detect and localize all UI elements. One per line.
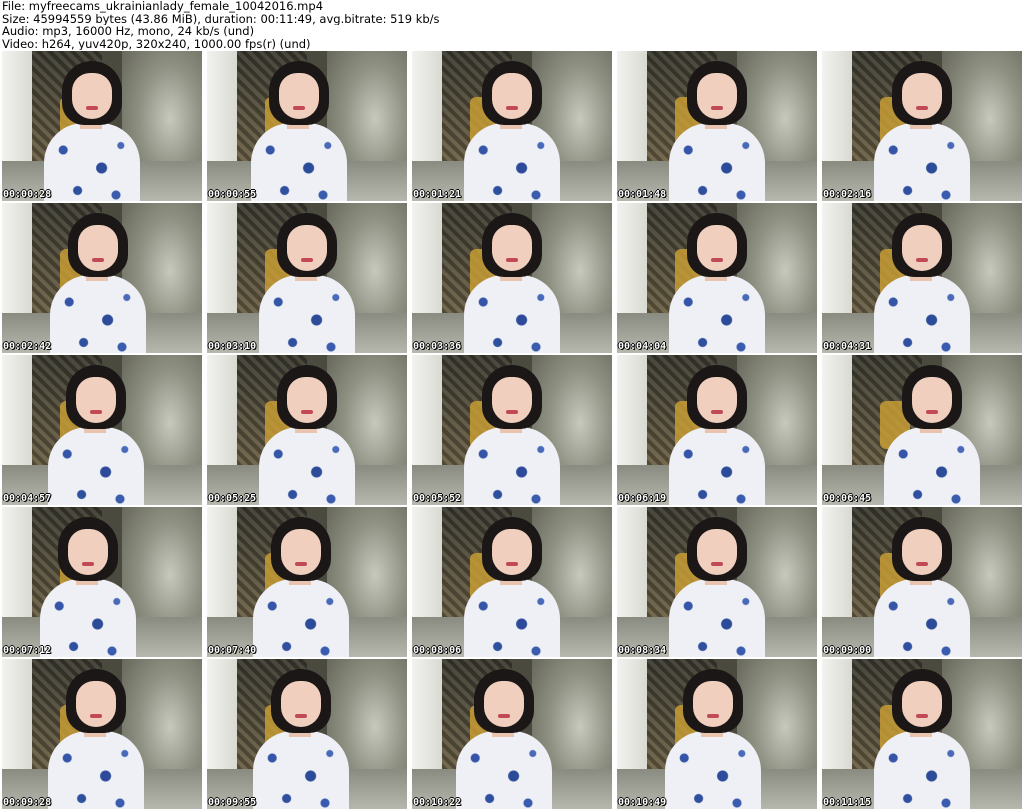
thumbnail-timestamp: 00:11:15 xyxy=(823,797,872,808)
person-figure xyxy=(207,659,401,809)
thumbnail-timestamp: 00:09:28 xyxy=(3,797,52,808)
person-figure xyxy=(2,51,192,201)
person-figure xyxy=(207,51,399,201)
video-thumbnail: 00:00:55 xyxy=(207,51,407,201)
thumbnail-timestamp: 00:02:16 xyxy=(823,189,872,200)
video-thumbnail: 00:03:36 xyxy=(412,203,612,353)
video-thumbnail: 00:00:28 xyxy=(2,51,202,201)
video-thumbnail: 00:09:28 xyxy=(2,659,202,809)
person-figure xyxy=(822,659,1022,809)
video-thumbnail: 00:04:04 xyxy=(617,203,817,353)
person-figure xyxy=(412,507,612,657)
video-thumbnail: 00:05:52 xyxy=(412,355,612,505)
thumbnail-timestamp: 00:04:57 xyxy=(3,493,52,504)
thumbnail-timestamp: 00:07:12 xyxy=(3,645,52,656)
video-thumbnail: 00:06:45 xyxy=(822,355,1022,505)
video-thumbnail: 00:04:57 xyxy=(2,355,202,505)
thumbnail-timestamp: 00:06:19 xyxy=(618,493,667,504)
thumbnail-timestamp: 00:05:52 xyxy=(413,493,462,504)
video-thumbnail: 00:09:00 xyxy=(822,507,1022,657)
video-thumbnail: 00:11:15 xyxy=(822,659,1022,809)
file-name-line: File: myfreecams_ukrainianlady_female_10… xyxy=(2,0,324,13)
video-info-line: Video: h264, yuv420p, 320x240, 1000.00 f… xyxy=(2,37,311,50)
thumbnail-timestamp: 00:03:10 xyxy=(208,341,257,352)
video-thumbnail: 00:01:21 xyxy=(412,51,612,201)
thumbnail-timestamp: 00:05:25 xyxy=(208,493,257,504)
person-figure xyxy=(412,355,612,505)
person-figure xyxy=(207,355,407,505)
thumbnail-timestamp: 00:01:21 xyxy=(413,189,462,200)
audio-info-line: Audio: mp3, 16000 Hz, mono, 24 kb/s (und… xyxy=(2,25,255,38)
person-figure xyxy=(822,51,1022,201)
person-figure xyxy=(412,51,612,201)
thumbnail-timestamp: 00:09:00 xyxy=(823,645,872,656)
thumbnail-timestamp: 00:04:31 xyxy=(823,341,872,352)
thumbnail-timestamp: 00:10:22 xyxy=(413,797,462,808)
person-figure xyxy=(2,355,196,505)
video-thumbnail: 00:02:16 xyxy=(822,51,1022,201)
video-thumbnail: 00:10:49 xyxy=(617,659,817,809)
thumbnail-timestamp: 00:03:36 xyxy=(413,341,462,352)
video-thumbnail: 00:06:19 xyxy=(617,355,817,505)
thumbnail-timestamp: 00:10:49 xyxy=(618,797,667,808)
thumbnail-timestamp: 00:04:04 xyxy=(618,341,667,352)
video-thumbnail: 00:08:06 xyxy=(412,507,612,657)
file-info-header: File: myfreecams_ukrainianlady_female_10… xyxy=(2,0,1022,50)
person-figure xyxy=(412,203,612,353)
video-thumbnail: 00:10:22 xyxy=(412,659,612,809)
thumbnail-timestamp: 00:00:55 xyxy=(208,189,257,200)
thumbnail-timestamp: 00:02:42 xyxy=(3,341,52,352)
video-thumbnail: 00:02:42 xyxy=(2,203,202,353)
person-figure xyxy=(832,355,1022,505)
thumbnail-timestamp: 00:08:34 xyxy=(618,645,667,656)
person-figure xyxy=(2,507,188,657)
thumbnail-timestamp: 00:08:06 xyxy=(413,645,462,656)
thumbnail-timestamp: 00:06:45 xyxy=(823,493,872,504)
video-thumbnail: 00:07:12 xyxy=(2,507,202,657)
person-figure xyxy=(617,659,813,809)
thumbnail-grid: 00:00:28 00:00:55 00:01:21 00:01:48 00:02:16… xyxy=(2,51,1022,811)
person-figure xyxy=(412,659,604,809)
video-thumbnail: 00:01:48 xyxy=(617,51,817,201)
thumbnail-timestamp: 00:00:28 xyxy=(3,189,52,200)
person-figure xyxy=(822,507,1022,657)
file-size-line: Size: 45994559 bytes (43.86 MiB), durati… xyxy=(2,12,440,25)
person-figure xyxy=(2,659,196,809)
video-thumbnail: 00:07:40 xyxy=(207,507,407,657)
person-figure xyxy=(207,507,401,657)
video-thumbnail: 00:03:10 xyxy=(207,203,407,353)
thumbnail-timestamp: 00:07:40 xyxy=(208,645,257,656)
video-thumbnail: 00:08:34 xyxy=(617,507,817,657)
video-thumbnail: 00:04:31 xyxy=(822,203,1022,353)
person-figure xyxy=(207,203,407,353)
thumbnail-timestamp: 00:01:48 xyxy=(618,189,667,200)
video-thumbnail: 00:09:55 xyxy=(207,659,407,809)
person-figure xyxy=(822,203,1022,353)
person-figure xyxy=(617,203,817,353)
video-thumbnail: 00:05:25 xyxy=(207,355,407,505)
person-figure xyxy=(617,51,817,201)
thumbnail-timestamp: 00:09:55 xyxy=(208,797,257,808)
person-figure xyxy=(2,203,198,353)
person-figure xyxy=(617,507,817,657)
person-figure xyxy=(617,355,817,505)
